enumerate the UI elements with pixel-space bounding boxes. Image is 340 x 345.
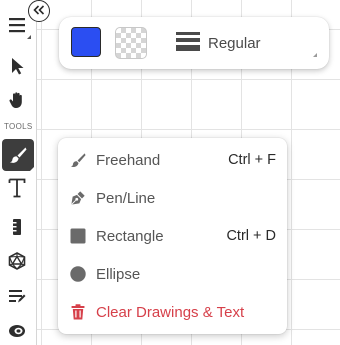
collapse-toolbar-button[interactable] — [28, 0, 50, 22]
dropdown-indicator — [313, 53, 317, 57]
notes-tool-button[interactable] — [3, 282, 31, 310]
square-icon — [69, 227, 87, 245]
pointer-arrow-icon — [9, 57, 25, 75]
menu-item-label: Clear Drawings & Text — [96, 303, 245, 321]
menu-item-freehand[interactable]: Freehand Ctrl + F — [58, 141, 287, 179]
hand-icon — [8, 91, 26, 109]
stroke-style-dropdown[interactable]: Regular — [167, 25, 323, 61]
menu-item-rectangle[interactable]: Rectangle Ctrl + D — [58, 217, 287, 255]
draw-tool-menu: Freehand Ctrl + F Pen/Line Rectangle Ctr… — [58, 138, 287, 334]
stroke-color-swatch[interactable] — [71, 27, 101, 57]
menu-item-label: Freehand — [96, 151, 161, 169]
menu-item-ellipse[interactable]: Ellipse — [58, 255, 287, 293]
menu-item-shortcut: Ctrl + D — [226, 228, 276, 244]
menu-button[interactable] — [3, 11, 31, 39]
menu-item-label: Pen/Line — [96, 189, 156, 207]
circle-icon — [69, 265, 87, 283]
d20-dice-icon — [8, 252, 26, 270]
submenu-indicator — [30, 167, 34, 171]
stroke-width-icon — [176, 31, 200, 56]
note-list-icon — [8, 288, 26, 304]
menu-item-clear-drawings[interactable]: Clear Drawings & Text — [58, 293, 287, 331]
brush-icon — [69, 151, 87, 169]
hamburger-menu-icon — [8, 17, 26, 33]
dice-tool-button[interactable] — [3, 247, 31, 275]
menu-item-shortcut: Ctrl + F — [228, 152, 276, 168]
text-tool-button[interactable] — [3, 174, 31, 202]
trash-icon — [69, 303, 87, 321]
pen-nib-icon — [69, 189, 87, 207]
style-panel: Regular — [59, 17, 329, 69]
stroke-style-label: Regular — [208, 34, 261, 52]
double-chevron-left-icon — [33, 2, 45, 20]
select-tool-button[interactable] — [3, 52, 31, 80]
draw-tool-button[interactable] — [2, 139, 34, 171]
token-icon — [8, 324, 26, 338]
text-cursor-icon — [8, 178, 26, 198]
menu-item-label: Rectangle — [96, 227, 164, 245]
submenu-indicator — [27, 35, 31, 39]
pan-tool-button[interactable] — [3, 86, 31, 114]
tools-section-label: TOOLS — [4, 122, 33, 131]
left-toolbar: TOOLS — [0, 0, 37, 345]
brush-icon — [9, 146, 27, 164]
fill-color-swatch[interactable] — [115, 27, 147, 59]
measure-tool-button[interactable] — [3, 213, 31, 241]
ruler-icon — [10, 218, 24, 236]
menu-item-label: Ellipse — [96, 265, 141, 283]
menu-item-pen-line[interactable]: Pen/Line — [58, 179, 287, 217]
token-tool-button[interactable] — [3, 317, 31, 345]
